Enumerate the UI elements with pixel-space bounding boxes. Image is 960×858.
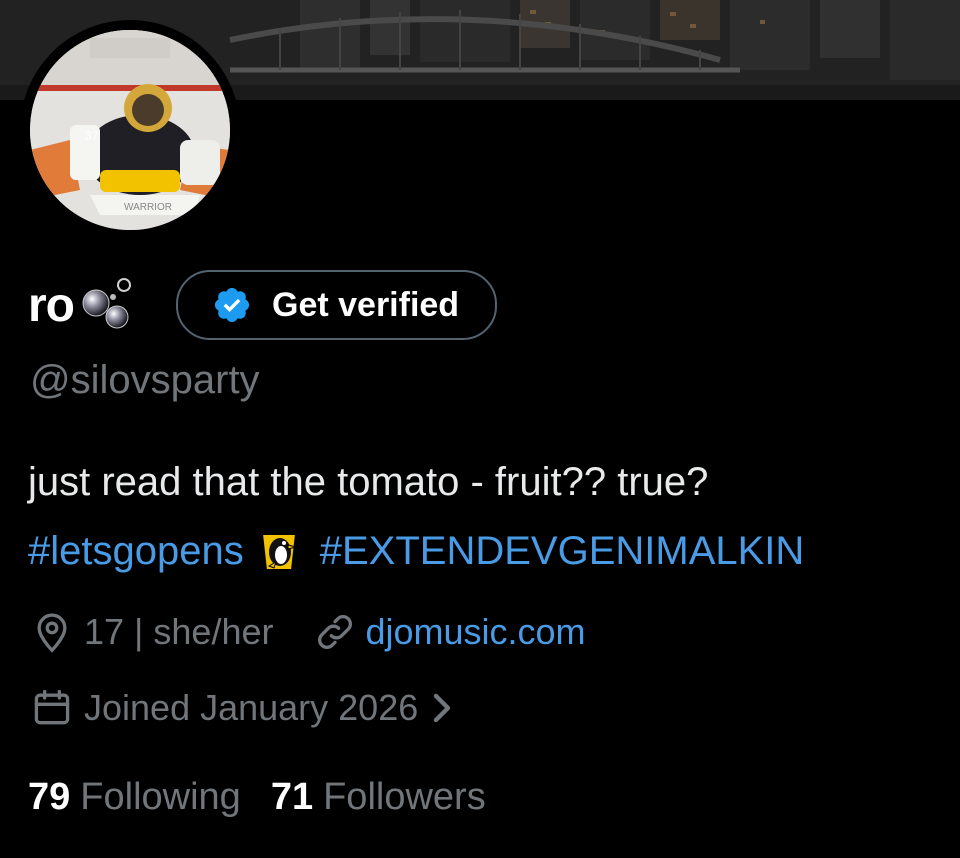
following-link[interactable]: 79 Following <box>28 776 241 819</box>
user-handle: @silovsparty <box>30 358 260 402</box>
followers-label: Followers <box>323 775 486 818</box>
joined-row[interactable]: Joined January 2026 <box>30 684 458 732</box>
avatar-photo: WARRIOR 37 <box>30 30 230 230</box>
following-count: 79 <box>28 775 71 818</box>
followers-count: 71 <box>270 775 314 818</box>
get-verified-label: Get verified <box>272 285 460 324</box>
followers-link[interactable]: 71 Followers <box>271 776 486 819</box>
follow-counts: 79 Following 71 Followers <box>28 772 486 822</box>
joined-text: Joined January 2026 <box>84 687 419 728</box>
link-icon <box>318 615 353 649</box>
bio-hashtags: #letsgopens #EXTENDEVGENIMALKIN <box>28 526 804 576</box>
svg-text:WARRIOR: WARRIOR <box>124 202 172 213</box>
get-verified-button[interactable]: Get verified <box>176 270 498 340</box>
profile-meta-row: 17 | she/her djomusic.com <box>30 608 586 656</box>
name-row: ro Get verified <box>28 270 498 340</box>
location-pin-icon <box>37 613 67 653</box>
bio-text: just read that the tomato - fruit?? true… <box>28 460 709 504</box>
avatar-ring: WARRIOR 37 <box>20 20 240 240</box>
avatar[interactable]: WARRIOR 37 <box>30 30 230 230</box>
hashtag-extendevgenimalkin-link[interactable]: #EXTENDEVGENIMALKIN <box>320 529 805 574</box>
location-text: 17 | she/her <box>84 611 274 652</box>
chevron-right-icon <box>434 693 451 723</box>
website-link[interactable]: djomusic.com <box>365 611 585 653</box>
calendar-icon <box>34 689 70 725</box>
hashtag-letsgopens-link[interactable]: #letsgopens <box>28 529 244 574</box>
bubbles-emoji-icon <box>82 278 131 329</box>
display-name: ro <box>28 278 75 332</box>
svg-text:37: 37 <box>85 129 99 143</box>
following-label: Following <box>80 775 241 818</box>
penguin-logo-icon <box>260 533 297 571</box>
verified-badge-icon <box>214 287 250 323</box>
